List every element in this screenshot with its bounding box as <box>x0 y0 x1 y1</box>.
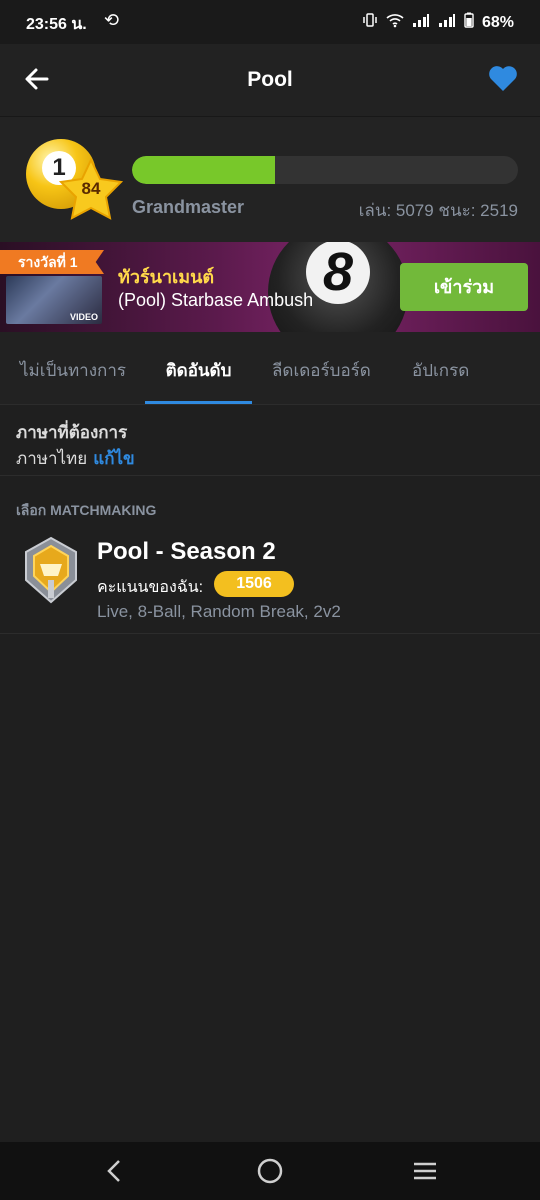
mode-tabs: ไม่เป็นทางการ ติดอันดับ ลีดเดอร์บอร์ด อั… <box>0 332 540 405</box>
my-score-label: คะแนนของฉัน: <box>97 579 204 596</box>
eight-ball-number: 8 <box>306 242 370 304</box>
prize-ribbon: รางวัลที่ 1 <box>0 250 104 274</box>
tab-label: อัปเกรด <box>412 361 470 380</box>
edit-language-link[interactable]: แก้ไข <box>93 449 134 468</box>
matchmaking-name: Pool - Season 2 <box>97 538 276 565</box>
rank-emblem-icon <box>18 536 84 606</box>
tab-upgrade[interactable]: อัปเกรด <box>412 332 469 404</box>
tab-casual[interactable]: ไม่เป็นทางการ <box>20 332 126 404</box>
status-bar: 23:56 น. ⟲ 68% <box>0 0 540 44</box>
rank-title: Grandmaster <box>132 197 245 217</box>
video-thumbnail[interactable]: VIDEO <box>6 276 102 324</box>
tournament-subtitle: (Pool) Starbase Ambush <box>118 290 314 310</box>
nav-back-icon[interactable] <box>100 1156 130 1186</box>
eight-ball-graphic: 8 <box>268 242 408 332</box>
my-score-badge: 1506 <box>214 571 294 597</box>
matchmaking-description: Live, 8-Ball, Random Break, 2v2 <box>97 602 341 621</box>
tournament-title: ทัวร์นาเมนต์ <box>118 267 215 287</box>
player-level: 84 <box>81 179 101 198</box>
level-star-icon: 84 <box>58 157 124 223</box>
language-value: ภาษาไทย <box>16 449 88 468</box>
top-app-bar: Pool <box>0 44 540 117</box>
vibrate-icon <box>362 12 378 33</box>
tab-ranked[interactable]: ติดอันดับ <box>145 332 252 404</box>
tab-label: ติดอันดับ <box>165 361 232 380</box>
favorite-heart-icon[interactable] <box>488 64 518 94</box>
tab-leaderboard[interactable]: ลีดเดอร์บอร์ด <box>272 332 371 404</box>
status-icons: 68% <box>362 12 514 33</box>
back-arrow-icon[interactable] <box>22 64 52 94</box>
status-time: 23:56 น. <box>26 16 87 33</box>
tab-label: ลีดเดอร์บอร์ด <box>272 361 371 380</box>
language-preference: ภาษาที่ต้องการ ภาษาไทย แก้ไข <box>0 405 540 476</box>
matchmaking-section-title: เลือก MATCHMAKING <box>16 502 157 518</box>
active-tab-indicator <box>145 401 252 404</box>
system-nav-bar <box>0 1142 540 1200</box>
page-title: Pool <box>247 68 293 91</box>
language-label: ภาษาที่ต้องการ <box>16 423 128 442</box>
battery-percent: 68% <box>481 13 514 31</box>
join-button[interactable]: เข้าร่วม <box>400 263 528 311</box>
sync-icon: ⟲ <box>104 10 120 30</box>
tab-label: ไม่เป็นทางการ <box>20 361 127 380</box>
tournament-banner[interactable]: 8 รางวัลที่ 1 VIDEO ทัวร์นาเมนต์ (Pool) … <box>0 242 540 332</box>
matchmaking-item[interactable]: Pool - Season 2 คะแนนของฉัน: 1506 Live, … <box>0 528 540 634</box>
video-label: VIDEO <box>69 312 98 322</box>
signal-icon-2 <box>438 12 456 33</box>
xp-progress-fill <box>132 156 275 184</box>
language-value-row: ภาษาไทย แก้ไข <box>16 445 135 472</box>
play-win-stats: เล่น: 5079 ชนะ: 2519 <box>358 201 518 220</box>
battery-icon <box>464 12 474 33</box>
nav-home-icon[interactable] <box>255 1156 285 1186</box>
signal-icon <box>412 12 430 33</box>
wifi-icon <box>386 12 404 33</box>
nav-recents-icon[interactable] <box>410 1156 440 1186</box>
xp-progress-bar <box>132 156 518 184</box>
